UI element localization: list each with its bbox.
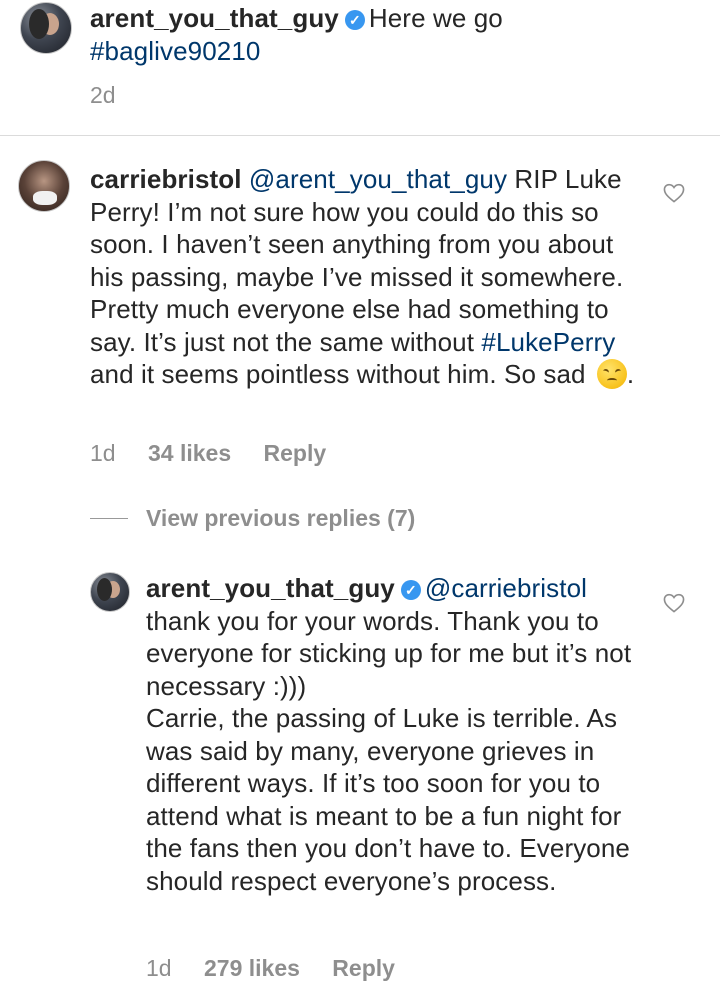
comment-body: carriebristol @arent_you_that_guy RIP Lu… [90, 163, 650, 391]
reply-text-cont: Carrie, the passing of Luke is terrible.… [146, 703, 630, 896]
view-previous-label: View previous replies (7) [146, 505, 416, 531]
post-time[interactable]: 2d [90, 82, 116, 108]
disappointed-face-icon [596, 359, 627, 389]
post-hashtag[interactable]: #baglive90210 [90, 36, 260, 66]
avatar[interactable] [20, 2, 72, 54]
comment-mention[interactable]: @arent_you_that_guy [249, 164, 507, 194]
reply-meta: 1d 279 likes Reply [146, 955, 421, 982]
divider [0, 135, 720, 136]
comment-reply-button[interactable]: Reply [264, 440, 327, 466]
reply-mention[interactable]: @carriebristol [425, 573, 587, 603]
comment-text-end: . [626, 359, 635, 389]
post-username[interactable]: arent_you_that_guy [90, 3, 339, 33]
comment-hashtag[interactable]: #LukePerry [481, 327, 615, 357]
comment-time[interactable]: 1d [90, 440, 116, 466]
heart-icon[interactable] [663, 593, 685, 613]
comment-text-cont: and it seems pointless without him. So s… [90, 359, 586, 389]
reply-username[interactable]: arent_you_that_guy [146, 573, 395, 603]
avatar[interactable] [90, 572, 130, 612]
heart-icon[interactable] [663, 183, 685, 203]
comment-username[interactable]: carriebristol [90, 164, 242, 194]
avatar[interactable] [18, 160, 70, 212]
post-caption: arent_you_that_guy ✓ Here we go #baglive90… [90, 2, 690, 67]
comment-likes[interactable]: 34 likes [148, 440, 231, 466]
reply-likes[interactable]: 279 likes [204, 955, 300, 981]
comment-meta: 1d 34 likes Reply [90, 440, 352, 467]
post-meta: 2d [90, 82, 142, 109]
reply-time[interactable]: 1d [146, 955, 172, 981]
reply-body: arent_you_that_guy ✓ @carriebristol thank … [146, 572, 646, 897]
reply-reply-button[interactable]: Reply [332, 955, 395, 981]
reply-text: thank you for your words. Thank you to e… [146, 605, 632, 701]
verified-badge-icon: ✓ [344, 10, 365, 30]
verified-badge-icon: ✓ [400, 580, 421, 600]
divider-line [90, 518, 128, 519]
view-previous-replies[interactable]: View previous replies (7) [90, 505, 415, 532]
post-caption-text: Here we go [368, 3, 503, 33]
